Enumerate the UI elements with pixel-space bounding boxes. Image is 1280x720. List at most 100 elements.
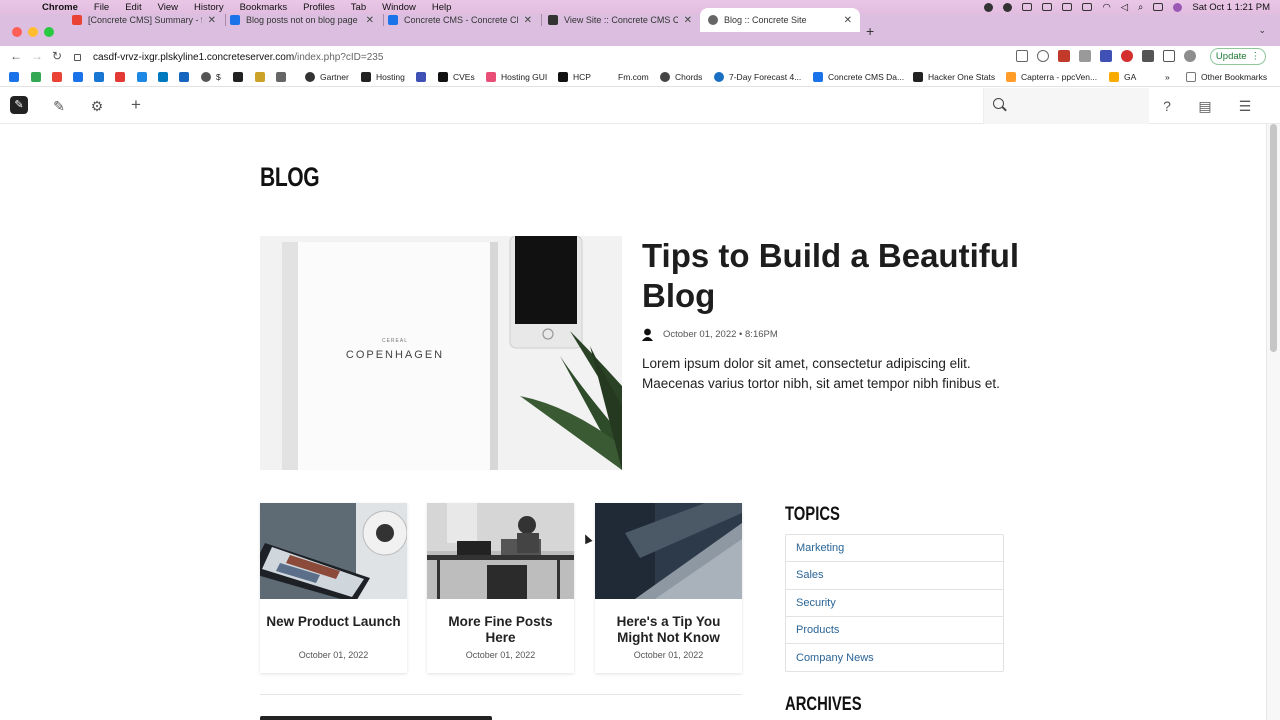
cms-search-input[interactable] — [1012, 96, 1142, 114]
tab-blog-posts[interactable]: Blog posts not on blog page - ( ✕ — [222, 8, 382, 32]
control-center-icon[interactable] — [1153, 3, 1164, 11]
tab-gmail[interactable]: [Concrete CMS] Summary - fr ✕ — [64, 8, 224, 32]
close-window-button[interactable] — [12, 27, 22, 37]
post-card-image[interactable] — [427, 503, 574, 599]
trello-icon[interactable] — [158, 72, 173, 82]
post-card-title[interactable]: More Fine Posts Here — [427, 614, 574, 646]
close-tab-icon[interactable]: ✕ — [684, 15, 692, 26]
back-icon[interactable]: ← — [10, 49, 22, 63]
bookmark-hackerone[interactable]: Hacker One Stats — [913, 72, 995, 82]
bookmark-hosting[interactable]: Hosting — [361, 72, 405, 82]
concrete-logo-icon[interactable]: ✎ — [10, 96, 28, 114]
featured-post-title[interactable]: Tips to Build a Beautiful Blog — [642, 236, 1022, 316]
bookmark-icon[interactable] — [137, 72, 152, 82]
minimize-window-button[interactable] — [28, 27, 38, 37]
post-card-title[interactable]: Here's a Tip You Might Not Know — [595, 614, 742, 646]
gear-icon[interactable] — [1003, 2, 1013, 12]
reload-icon[interactable]: ↻ — [52, 49, 62, 63]
bookmark-forecast[interactable]: 7-Day Forecast 4... — [714, 72, 801, 82]
camera-icon[interactable] — [1079, 50, 1091, 62]
tab-concrete-cms[interactable]: Concrete CMS - Concrete CMS ✕ — [380, 8, 540, 32]
post-card-title[interactable]: New Product Launch — [260, 614, 407, 630]
bookmark-chords[interactable]: Chords — [660, 72, 702, 82]
bookmark-icon[interactable] — [276, 72, 291, 82]
topic-link[interactable]: Security — [786, 590, 1003, 617]
search-icon[interactable]: ⌕ — [1138, 2, 1143, 13]
close-tab-icon[interactable]: ✕ — [844, 15, 852, 26]
drive-icon[interactable] — [31, 72, 46, 82]
keyboard-icon[interactable] — [1062, 3, 1073, 11]
topic-link[interactable]: Sales — [786, 562, 1003, 590]
topic-link[interactable]: Company News — [786, 644, 1003, 671]
help-icon[interactable]: ? — [1158, 98, 1176, 114]
tab-blog-active[interactable]: Blog :: Concrete Site ✕ — [700, 8, 860, 32]
bookmark-capterra[interactable]: Capterra - ppcVen... — [1006, 72, 1097, 82]
topic-link[interactable]: Products — [786, 617, 1003, 645]
bookmark-icon[interactable] — [94, 72, 109, 82]
extension-icon-3[interactable] — [1121, 50, 1133, 62]
bookmark-icon[interactable] — [255, 72, 270, 82]
bookmark-fm[interactable]: Fm.com — [603, 72, 649, 82]
post-card[interactable]: More Fine Posts Here October 01, 2022 — [427, 503, 574, 673]
page-scrollbar[interactable] — [1266, 124, 1280, 720]
battery-icon[interactable] — [1082, 3, 1093, 11]
wifi-icon[interactable]: ◠ — [1102, 2, 1110, 13]
sitemap-icon[interactable]: ▤ — [1196, 98, 1214, 115]
puzzle-icon[interactable] — [1142, 50, 1154, 62]
bookmark-gartner[interactable]: Gartner — [305, 72, 349, 82]
extension-icon-1[interactable] — [1058, 50, 1070, 62]
scrollbar-thumb[interactable] — [1270, 124, 1277, 352]
dashboard-sliders-icon[interactable]: ☰ — [1236, 98, 1254, 115]
post-card[interactable]: New Product Launch October 01, 2022 — [260, 503, 407, 673]
bookmark-icon[interactable] — [73, 72, 88, 82]
bookmark-hosting-gui[interactable]: Hosting GUI — [486, 72, 547, 82]
window-icon[interactable] — [1042, 3, 1053, 11]
featured-post-image[interactable]: CEREAL COPENHAGEN — [260, 236, 622, 470]
bookmark-icon[interactable] — [416, 72, 431, 82]
update-button[interactable]: Update ⋮ — [1210, 48, 1266, 65]
siri-icon[interactable] — [1173, 2, 1183, 12]
post-card-image[interactable] — [595, 503, 742, 599]
zoom-window-button[interactable] — [44, 27, 54, 37]
bookmark-other[interactable]: Other Bookmarks — [1186, 72, 1267, 82]
status-area: ◠ ◁ ⌕ Sat Oct 1 1:21 PM — [984, 0, 1270, 14]
profile-avatar[interactable] — [1184, 50, 1196, 62]
share-icon[interactable] — [1016, 50, 1028, 62]
sidepanel-icon[interactable] — [1163, 50, 1175, 62]
new-tab-button[interactable]: + — [866, 23, 874, 39]
address-bar[interactable]: casdf-vrvz-ixgr.plskyline1.concreteserve… — [74, 48, 1004, 66]
topic-link[interactable]: Marketing — [786, 535, 1003, 563]
bookmark-label: Capterra - ppcVen... — [1021, 72, 1098, 82]
post-card-image[interactable] — [260, 503, 407, 599]
menubar-clock[interactable]: Sat Oct 1 1:21 PM — [1192, 2, 1270, 13]
star-icon[interactable] — [1037, 50, 1049, 62]
bookmark-hcp[interactable]: HCP — [558, 72, 591, 82]
bookmarks-overflow[interactable]: » — [1165, 72, 1170, 82]
status-icon-1[interactable] — [984, 2, 994, 12]
extension-icon-2[interactable] — [1100, 50, 1112, 62]
tab-search-icon[interactable]: ⌄ — [1258, 25, 1266, 36]
screen-icon[interactable] — [1022, 3, 1033, 11]
bookmark-cves[interactable]: CVEs — [438, 72, 475, 82]
gmail-icon[interactable] — [52, 72, 67, 82]
bookmark-dollar[interactable]: $ — [201, 72, 221, 82]
close-tab-icon[interactable]: ✕ — [524, 15, 532, 26]
bookmark-icon[interactable] — [9, 72, 24, 82]
forward-icon[interactable]: → — [31, 49, 43, 63]
add-content-icon[interactable]: + — [127, 95, 145, 115]
bookmark-concrete-da[interactable]: Concrete CMS Da... — [813, 72, 904, 82]
volume-icon[interactable]: ◁ — [1121, 2, 1128, 13]
bookmark-ga[interactable]: GA — [1109, 72, 1136, 82]
bookmark-icon[interactable] — [115, 72, 130, 82]
bookmark-label: Concrete CMS Da... — [828, 72, 905, 82]
gear-icon[interactable]: ⚙ — [88, 98, 106, 115]
post-card[interactable]: Here's a Tip You Might Not Know October … — [595, 503, 742, 673]
lock-icon[interactable] — [74, 53, 81, 61]
close-tab-icon[interactable]: ✕ — [208, 15, 216, 26]
edit-pencil-icon[interactable]: ✎ — [50, 98, 68, 115]
url-host: casdf-vrvz-ixgr.plskyline1.concreteserve… — [93, 51, 295, 63]
bookmark-icon[interactable] — [233, 72, 248, 82]
bookmark-icon[interactable] — [179, 72, 194, 82]
tab-view-site[interactable]: View Site :: Concrete CMS Cor ✕ — [540, 8, 700, 32]
close-tab-icon[interactable]: ✕ — [366, 15, 374, 26]
